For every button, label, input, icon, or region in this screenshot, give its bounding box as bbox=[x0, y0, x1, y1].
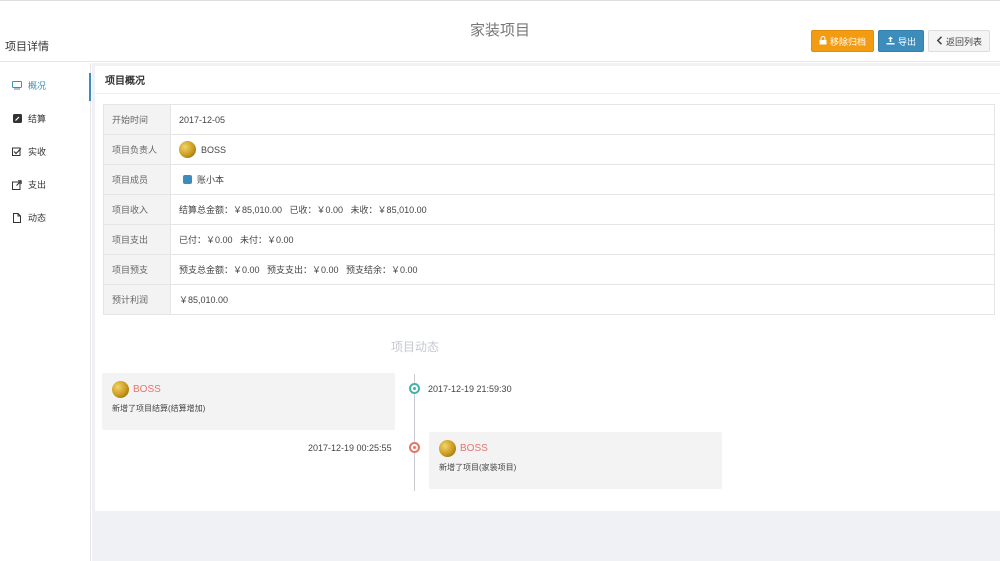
edit-icon bbox=[12, 114, 22, 124]
profit-value: ￥85,010.00 bbox=[170, 284, 995, 315]
row-key: 项目收入 bbox=[103, 194, 171, 225]
sidebar-item-label: 支出 bbox=[28, 180, 47, 190]
toolbar: 移除归档 导出 返回列表 bbox=[810, 30, 990, 52]
event-time: 2017-12-19 00:25:55 bbox=[308, 443, 392, 453]
member-icon bbox=[183, 175, 192, 184]
sidebar-item-settlement[interactable]: 结算 bbox=[0, 102, 90, 135]
income-value: 结算总金额：￥85,010.00 已收：￥0.00 未收：￥85,010.00 bbox=[170, 194, 995, 225]
sidebar-item-activity[interactable]: 动态 bbox=[0, 201, 90, 234]
main-content: 项目概况 开始时间 2017-12-05 项目负责人 BOSS 项目成员 账小本… bbox=[92, 63, 1000, 561]
row-key: 项目支出 bbox=[103, 224, 171, 255]
export-button-label: 导出 bbox=[897, 36, 916, 47]
timeline-event-card: BOSS 新增了项目结算(结算增加) bbox=[102, 373, 395, 430]
sidebar-item-label: 概况 bbox=[28, 81, 47, 91]
table-row: 项目成员 账小本 bbox=[103, 164, 995, 195]
timeline-event-card: BOSS 新增了项目(家装项目) bbox=[429, 432, 722, 489]
back-to-list-button[interactable]: 返回列表 bbox=[927, 30, 990, 52]
owner-name: BOSS bbox=[201, 144, 227, 155]
row-key: 预计利润 bbox=[103, 284, 171, 315]
event-time: 2017-12-19 21:59:30 bbox=[428, 384, 512, 394]
sidebar-item-expense[interactable]: 支出 bbox=[0, 168, 90, 201]
overview-table: 开始时间 2017-12-05 项目负责人 BOSS 项目成员 账小本 项目收入… bbox=[103, 104, 995, 315]
expense-value: 已付：￥0.00 未付：￥0.00 bbox=[170, 224, 995, 255]
table-row: 项目预支 预支总金额：￥0.00 预支支出：￥0.00 预支结余：￥0.00 bbox=[103, 254, 995, 285]
check-square-icon bbox=[12, 147, 22, 157]
page-breadcrumb: 项目详情 bbox=[5, 41, 49, 53]
sidebar-item-label: 动态 bbox=[28, 213, 47, 223]
table-row: 项目负责人 BOSS bbox=[103, 134, 995, 165]
monitor-icon bbox=[12, 81, 22, 91]
table-row: 开始时间 2017-12-05 bbox=[103, 104, 995, 135]
table-row: 项目收入 结算总金额：￥85,010.00 已收：￥0.00 未收：￥85,01… bbox=[103, 194, 995, 225]
member-name: 账小本 bbox=[197, 175, 225, 185]
top-bar: 项目详情 家装项目 移除归档 导出 返回列表 bbox=[0, 0, 1000, 62]
back-button-label: 返回列表 bbox=[945, 36, 982, 47]
row-key: 项目负责人 bbox=[103, 134, 171, 165]
table-row: 项目支出 已付：￥0.00 未付：￥0.00 bbox=[103, 224, 995, 255]
event-text: 新增了项目结算(结算增加) bbox=[112, 404, 206, 413]
budget-value: 预支总金额：￥0.00 预支支出：￥0.00 预支结余：￥0.00 bbox=[170, 254, 995, 285]
sidebar-item-label: 结算 bbox=[28, 114, 47, 124]
overview-panel: 项目概况 开始时间 2017-12-05 项目负责人 BOSS 项目成员 账小本… bbox=[95, 66, 1000, 511]
avatar bbox=[112, 381, 129, 398]
event-text: 新增了项目(家装项目) bbox=[439, 463, 517, 472]
export-button[interactable]: 导出 bbox=[877, 30, 924, 52]
start-date-value: 2017-12-05 bbox=[170, 104, 995, 135]
row-key: 开始时间 bbox=[103, 104, 171, 135]
row-key: 项目成员 bbox=[103, 164, 171, 195]
external-link-icon bbox=[12, 179, 22, 190]
chevron-left-icon bbox=[936, 35, 943, 47]
archive-button[interactable]: 移除归档 bbox=[810, 30, 874, 52]
avatar bbox=[439, 440, 456, 457]
upload-icon bbox=[886, 36, 895, 47]
timeline-dot bbox=[409, 442, 420, 453]
timeline-dot bbox=[409, 383, 420, 394]
sidebar-item-overview[interactable]: 概况 bbox=[0, 69, 91, 102]
sidebar-item-received[interactable]: 实收 bbox=[0, 135, 90, 168]
avatar bbox=[179, 141, 196, 158]
row-key: 项目预支 bbox=[103, 254, 171, 285]
section-title: 项目概况 bbox=[95, 66, 1000, 94]
archive-button-label: 移除归档 bbox=[829, 36, 866, 47]
lock-icon bbox=[819, 35, 827, 47]
timeline-title: 项目动态 bbox=[390, 340, 439, 354]
table-row: 预计利润 ￥85,010.00 bbox=[103, 284, 995, 315]
file-icon bbox=[12, 212, 22, 223]
event-user: BOSS bbox=[460, 443, 488, 454]
sidebar-item-label: 实收 bbox=[28, 147, 47, 157]
event-user: BOSS bbox=[133, 384, 161, 395]
sidebar: 概况 结算 实收 支出 动态 bbox=[0, 63, 91, 561]
